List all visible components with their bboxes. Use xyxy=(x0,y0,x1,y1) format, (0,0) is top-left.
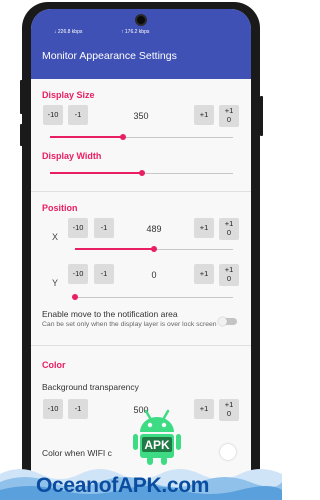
display-size-slider-fill xyxy=(50,136,123,138)
position-y-value: 0 xyxy=(151,270,157,280)
section-title-display-size: Display Size xyxy=(42,90,95,100)
position-y-label: Y xyxy=(52,278,59,288)
wifi-color-swatch[interactable] xyxy=(220,444,236,460)
button-label-top: +1 xyxy=(224,400,234,409)
position-x-slider-fill xyxy=(75,248,154,250)
button-label-bottom: 0 xyxy=(226,274,232,283)
download-arrow-icon: ↓ xyxy=(54,29,57,35)
display-width-slider-thumb[interactable] xyxy=(139,170,145,176)
android-apk-logo-icon: APK xyxy=(133,409,181,465)
display-size-minus10-button[interactable]: -10 xyxy=(43,105,63,125)
background-transparency-label: Background transparency xyxy=(42,382,139,392)
button-label-top: +1 xyxy=(224,106,234,115)
button-label-bottom: 0 xyxy=(226,409,232,418)
position-y-slider-thumb[interactable] xyxy=(72,294,78,300)
display-size-value: 350 xyxy=(133,111,149,121)
section-divider xyxy=(31,191,251,192)
position-y-slider-track xyxy=(75,297,233,298)
phone-side-button xyxy=(260,96,263,136)
phone-volume-button xyxy=(20,80,23,114)
button-label-top: +1 xyxy=(224,219,234,228)
net-speed-up-value: 176.2 kbps xyxy=(124,29,150,35)
position-y-plus1-button[interactable]: +1 xyxy=(194,264,214,284)
watermark-site-text: OceanofAPK.com xyxy=(36,474,210,497)
position-y-plus1-0-button[interactable]: +1 0 xyxy=(219,264,239,286)
net-speed-down-value: 226.8 kbps xyxy=(57,29,83,35)
section-title-position: Position xyxy=(42,203,78,213)
upload-arrow-icon: ↑ xyxy=(121,29,124,35)
display-size-minus1-button[interactable]: -1 xyxy=(68,105,88,125)
notification-area-description: Can be set only when the display layer i… xyxy=(42,321,217,328)
net-speed-up: ↑ 176.2 kbps xyxy=(121,29,149,35)
position-x-plus1-0-button[interactable]: +1 0 xyxy=(219,218,239,240)
button-label-bottom: 0 xyxy=(226,115,232,124)
position-x-plus1-button[interactable]: +1 xyxy=(194,218,214,238)
position-x-minus1-button[interactable]: -1 xyxy=(94,218,114,238)
app-bar: Monitor Appearance Settings xyxy=(31,35,251,79)
position-x-slider-thumb[interactable] xyxy=(151,246,157,252)
front-camera-icon xyxy=(135,14,147,26)
bg-transparency-plus1-0-button[interactable]: +1 0 xyxy=(219,399,239,421)
notification-area-switch-thumb[interactable] xyxy=(218,317,227,326)
display-width-slider-fill xyxy=(50,172,142,174)
position-x-minus10-button[interactable]: -10 xyxy=(68,218,88,238)
position-x-label: X xyxy=(52,232,59,242)
section-title-display-width: Display Width xyxy=(42,151,102,161)
button-label-bottom: 0 xyxy=(226,228,232,237)
logo-text: APK xyxy=(144,438,170,452)
bg-transparency-minus10-button[interactable]: -10 xyxy=(43,399,63,419)
page-title: Monitor Appearance Settings xyxy=(42,50,177,62)
phone-power-button xyxy=(20,124,23,146)
bg-transparency-minus1-button[interactable]: -1 xyxy=(68,399,88,419)
position-y-minus1-button[interactable]: -1 xyxy=(94,264,114,284)
bg-transparency-plus1-button[interactable]: +1 xyxy=(194,399,214,419)
display-size-plus1-0-button[interactable]: +1 0 xyxy=(219,105,239,127)
section-divider xyxy=(31,345,251,346)
wifi-color-label: Color when WIFI c xyxy=(42,448,112,458)
position-x-value: 489 xyxy=(146,224,162,234)
position-y-minus10-button[interactable]: -10 xyxy=(68,264,88,284)
net-speed-down: ↓ 226.8 kbps xyxy=(54,29,82,35)
display-size-plus1-button[interactable]: +1 xyxy=(194,105,214,125)
button-label-top: +1 xyxy=(224,265,234,274)
section-title-color: Color xyxy=(42,360,66,370)
display-size-slider-thumb[interactable] xyxy=(120,134,126,140)
notification-area-label: Enable move to the notification area xyxy=(42,309,178,319)
